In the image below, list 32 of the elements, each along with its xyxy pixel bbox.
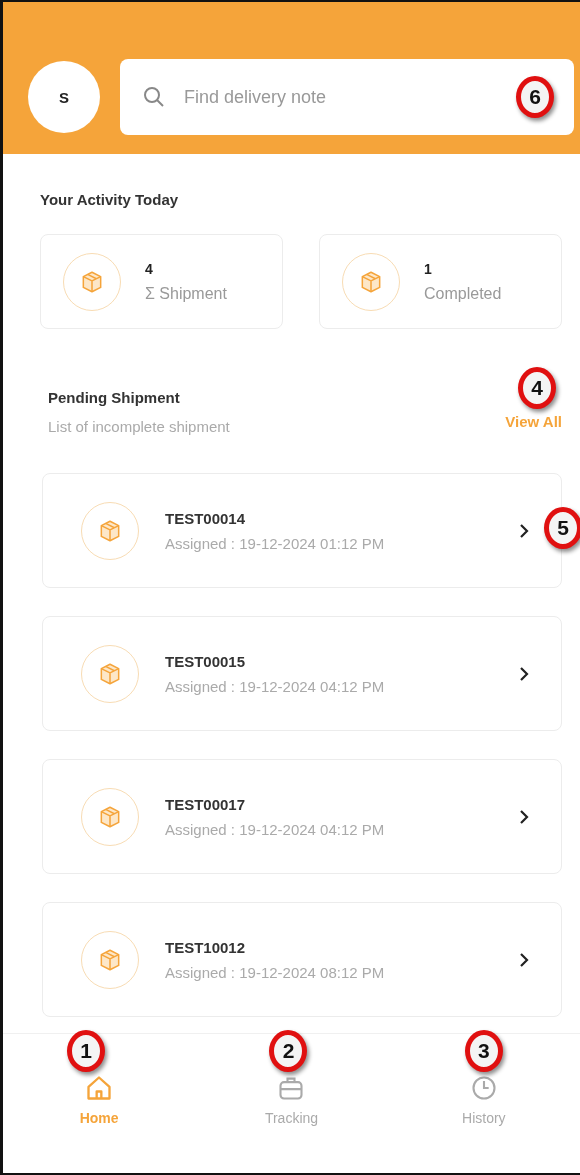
stat-value: 1 [424,260,433,277]
shipment-card[interactable]: TEST00017 Assigned : 19-12-2024 04:12 PM [42,759,562,874]
shipment-id: TEST10012 [165,938,247,956]
avatar[interactable]: S [28,61,100,133]
shipment-card[interactable]: TEST10012 Assigned : 19-12-2024 08:12 PM [42,902,562,1017]
shipment-id: TEST00014 [165,509,247,527]
assigned-time: Assigned : 19-12-2024 01:12 PM [165,534,386,552]
shipment-id: TEST00017 [165,795,247,813]
callout-number: 3 [464,1030,503,1072]
assigned-time: Assigned : 19-12-2024 08:12 PM [165,963,386,981]
callout-number: 4 [518,367,556,409]
stat-label: Σ Shipment [145,284,227,303]
search-icon [142,85,166,109]
callout-number: 1 [67,1030,106,1072]
shipment-card[interactable]: TEST00015 Assigned : 19-12-2024 04:12 PM [42,616,562,731]
callout-number: 6 [516,76,554,118]
chevron-icon [517,951,531,968]
stat-label: Completed [424,284,502,303]
home-icon [85,1074,114,1102]
section-title: Your Activity Today [40,191,180,208]
section-subtitle: List of incomplete shipment [48,418,230,435]
callout-number: 2 [269,1030,308,1072]
shipment-id: TEST00015 [165,652,247,670]
section-title: Pending Shipment [48,389,181,406]
chevron-icon [517,665,531,682]
chevron-icon [517,808,531,825]
assigned-time: Assigned : 19-12-2024 04:12 PM [165,677,386,695]
clock-icon [469,1074,498,1102]
assigned-time: Assigned : 19-12-2024 04:12 PM [165,820,386,838]
stat-value: 4 [145,260,154,277]
chevron-icon [517,522,531,539]
search-field[interactable]: Find delivery note [182,85,500,109]
